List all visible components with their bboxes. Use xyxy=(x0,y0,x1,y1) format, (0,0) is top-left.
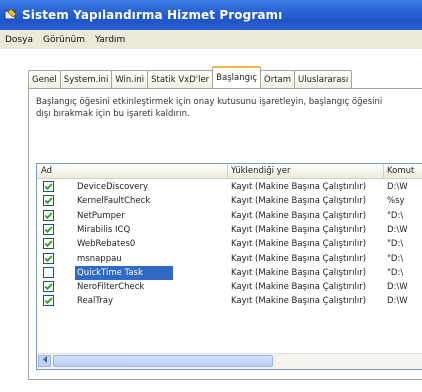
window-title: Sistem Yapılandırma Hizmet Programı xyxy=(22,8,283,22)
startup-checkbox[interactable] xyxy=(43,209,54,221)
row-command: "D:\ xyxy=(387,239,404,250)
startup-checkbox[interactable] xyxy=(43,238,54,250)
row-command: D:\W xyxy=(387,182,408,192)
row-location: Kayıt (Makine Başına Çalıştırılır) xyxy=(231,210,367,221)
checkmark-icon xyxy=(44,197,53,205)
table-row[interactable]: Mirabilis ICQ Kayıt (Makine Başına Çalışt… xyxy=(37,223,422,237)
row-location: Kayıt (Makine Başına Çalıştırılır) xyxy=(231,196,367,207)
horizontal-scrollbar[interactable] xyxy=(37,353,422,369)
tab-startup[interactable]: Başlangıç xyxy=(212,66,262,88)
column-header-name[interactable]: Ad xyxy=(37,164,228,178)
row-name: DeviceDiscovery xyxy=(77,182,149,192)
table-row[interactable]: RealTray Kayıt (Makine Başına Çalıştırılı… xyxy=(37,294,422,308)
row-command: D:\W xyxy=(387,296,408,307)
row-name: NetPumper xyxy=(77,210,125,221)
row-command: D:\W xyxy=(387,224,408,235)
system-config-icon xyxy=(4,8,18,22)
scroll-thumb[interactable] xyxy=(53,355,273,367)
tab-international[interactable]: Uluslararası xyxy=(294,70,353,88)
tab-win-ini[interactable]: Win.ini xyxy=(111,70,149,88)
table-row[interactable]: NetPumper Kayıt (Makine Başına Çalıştırıl… xyxy=(37,209,422,223)
row-name: RealTray xyxy=(77,296,114,307)
list-header: Ad Yüklendiği yer Komut xyxy=(37,164,422,179)
startup-checkbox[interactable] xyxy=(43,266,54,278)
title-bar[interactable]: Sistem Yapılandırma Hizmet Programı xyxy=(0,0,422,30)
row-command: %sy xyxy=(387,196,405,207)
table-row[interactable]: QuickTime Task Kayıt (Makine Başına Çalış… xyxy=(37,265,422,280)
checkmark-icon xyxy=(44,254,53,262)
row-location: Kayıt (Makine Başına Çalıştırılır) xyxy=(231,296,367,307)
column-header-command[interactable]: Komut xyxy=(383,164,422,178)
menu-help[interactable]: Yardım xyxy=(90,35,130,45)
row-location: Kayıt (Makine Başına Çalıştırılır) xyxy=(231,182,367,192)
row-name: QuickTime Task xyxy=(75,265,173,280)
checkmark-icon xyxy=(44,283,53,291)
checkmark-icon xyxy=(44,297,53,305)
menu-file[interactable]: Dosya xyxy=(0,35,38,45)
table-row[interactable]: DeviceDiscovery Kayıt (Makine Başına Çalı… xyxy=(37,180,422,194)
description-line-1: Başlangıç öğesini etkinleştirmek için on… xyxy=(36,97,383,107)
menu-bar: Dosya Görünüm Yardım xyxy=(0,30,422,50)
tab-strip: Genel System.ini Win.ini Statik VxD'ler … xyxy=(28,66,422,88)
row-location: Kayıt (Makine Başına Çalıştırılır) xyxy=(231,253,367,264)
tab-static-vxd[interactable]: Statik VxD'ler xyxy=(147,70,214,88)
row-name: Mirabilis ICQ xyxy=(77,224,131,235)
description-line-2: dışı bırakmak için bu işareti kaldırın. xyxy=(36,109,190,119)
startup-checkbox[interactable] xyxy=(43,195,54,207)
tab-environment[interactable]: Ortam xyxy=(260,70,296,88)
row-command: "D:\ xyxy=(387,210,404,221)
startup-checkbox[interactable] xyxy=(43,181,54,192)
checkmark-icon xyxy=(44,183,53,191)
tab-general[interactable]: Genel xyxy=(28,70,61,88)
startup-description: Başlangıç öğesini etkinleştirmek için on… xyxy=(36,96,422,120)
arrow-left-icon xyxy=(42,356,48,366)
table-row[interactable]: msnappau Kayıt (Makine Başına Çalıştırılı… xyxy=(37,252,422,266)
tab-system-ini[interactable]: System.ini xyxy=(59,70,113,88)
startup-checkbox[interactable] xyxy=(43,295,54,307)
checkmark-icon xyxy=(44,226,53,233)
column-header-location[interactable]: Yüklendiği yer xyxy=(227,164,384,178)
row-location: Kayıt (Makine Başına Çalıştırılır) xyxy=(231,239,367,250)
menu-view[interactable]: Görünüm xyxy=(38,35,90,45)
startup-checkbox[interactable] xyxy=(43,281,54,293)
row-name: NeroFilterCheck xyxy=(77,282,145,293)
row-location: Kayıt (Makine Başına Çalıştırılır) xyxy=(231,267,367,278)
table-row[interactable]: WebRebates0 Kayıt (Makine Başına Çalıştır… xyxy=(37,237,422,251)
table-row[interactable]: KernelFaultCheck Kayıt (Makine Başına Çal… xyxy=(37,194,422,208)
row-name: msnappau xyxy=(77,253,122,264)
row-command: "D:\ xyxy=(387,253,404,264)
table-row[interactable]: NeroFilterCheck Kayıt (Makine Başına Çalı… xyxy=(37,280,422,294)
row-name: KernelFaultCheck xyxy=(77,196,151,207)
row-location: Kayıt (Makine Başına Çalıştırılır) xyxy=(231,224,367,235)
checkmark-icon xyxy=(44,240,53,248)
startup-checkbox[interactable] xyxy=(43,223,54,235)
scroll-left-button[interactable] xyxy=(38,355,51,367)
row-location: Kayıt (Makine Başına Çalıştırılır) xyxy=(231,282,367,293)
app-window: Sistem Yapılandırma Hizmet Programı Dosy… xyxy=(0,0,422,392)
row-command: D:\W xyxy=(387,282,408,293)
checkmark-icon xyxy=(44,211,53,219)
row-command: "D:\ xyxy=(387,267,404,278)
row-name: WebRebates0 xyxy=(77,239,136,250)
startup-list[interactable]: Ad Yüklendiği yer Komut DeviceDiscovery K… xyxy=(36,163,422,370)
startup-checkbox[interactable] xyxy=(43,252,54,264)
